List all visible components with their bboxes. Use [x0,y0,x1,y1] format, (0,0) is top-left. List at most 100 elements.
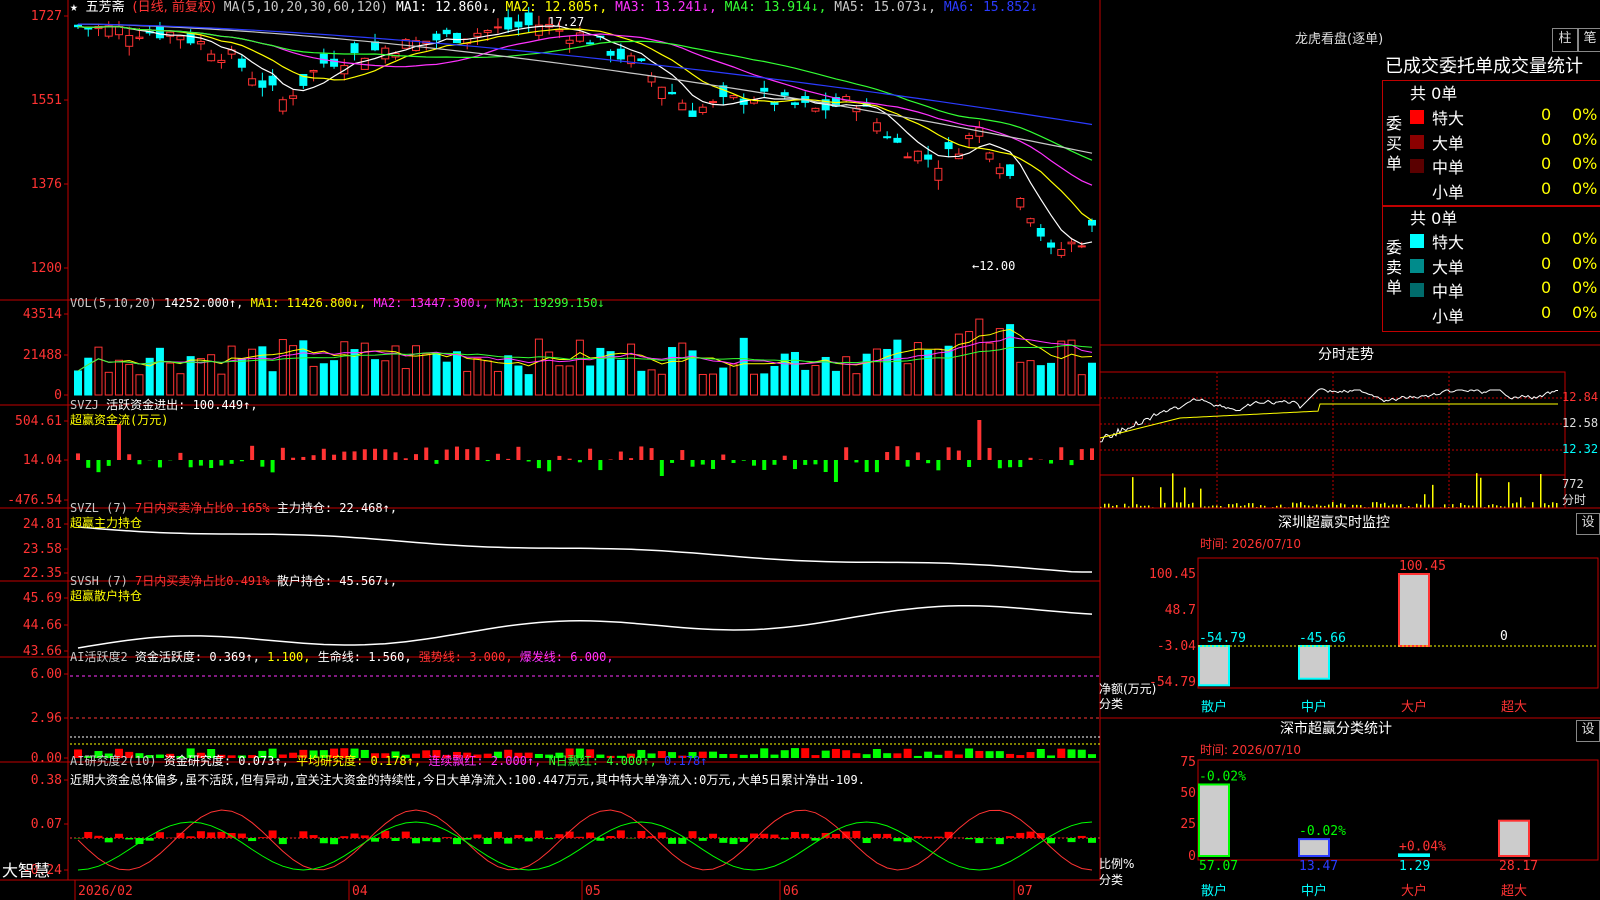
ai2-bar [678,838,687,844]
classify-bar-1 [1298,838,1330,858]
volume-bar [627,343,636,396]
lhb-swatch [1410,234,1424,248]
ai2-bar [1088,838,1096,843]
candle-body [575,32,584,42]
svzj-bar [301,456,306,460]
volume-bar [913,342,922,396]
volume-bar [760,373,769,396]
ai2-bar [432,838,441,843]
volume-bar [698,373,707,396]
svsh-axis-2: 43.66 [23,644,62,659]
ai2-bar [94,835,103,838]
svzl-axis-2: 22.35 [23,566,62,581]
ai1-bar [750,754,758,758]
volume-bar [596,347,605,396]
classify-settings-button[interactable]: 设 [1576,720,1600,742]
svzj-bar [393,452,398,460]
fenshi-axis-1: 12.84 [1562,390,1599,404]
monitor-axis-2: -3.04 [1157,639,1196,654]
candle-body [371,41,380,51]
volume-bar [555,365,564,396]
svzj-bar [383,449,388,460]
svzj-bar [567,458,572,460]
svzj-bar [813,460,818,465]
volume-bar [944,345,953,396]
volume-bar [166,362,175,396]
volume-bar [381,360,390,396]
ai1-bar [954,754,963,758]
ai2-bar [534,830,543,838]
vol-axis-1: 21488 [23,348,62,363]
svshhdr-item-2: 散户持仓: 45.567↓, [269,574,398,588]
monitor-bar-1 [1298,645,1330,680]
ai2-bar [975,838,984,844]
fenshi-vol-bar [1424,494,1426,508]
sell-total: 共 0单 [1410,209,1458,228]
ai2-bar [842,831,851,838]
svsh-axis-0: 45.69 [23,591,62,606]
candle-body [616,48,625,60]
ai2-bar [545,838,554,840]
chart-mode: (日线, 前复权) [132,0,216,15]
svzlhdr-item-0: SVZL (7) [70,501,136,515]
classify-value-0: 57.07 [1199,859,1238,874]
candle-body [760,87,769,92]
ai-activity-header: AI活跃度2 资金活跃度: 0.369↑, 1.100, 生命线: 1.560,… [70,650,614,664]
volume-bar [995,328,1004,396]
ma-line-6 [77,23,1093,126]
ai1hdr-item-3: 生命线: 1.560, [310,650,412,664]
lhb-swatch [1410,283,1424,297]
volume-bar [586,365,595,396]
volume-bar [801,369,810,396]
ai1-bar [770,754,779,758]
ai2-bar [555,834,564,838]
candle-body [872,122,881,132]
ai2-bar [893,838,902,842]
classify-value-2: 1.29 [1399,859,1430,874]
candle-body [883,136,892,139]
date-label-1: 04 [352,884,368,899]
volume-bar [1077,374,1086,396]
candle-body [514,21,523,28]
volume-bar [330,360,339,396]
classify-change-0: -0.02% [1199,769,1246,784]
price-axis-2: 1376 [31,177,62,192]
ai1-bar [811,755,820,758]
volume-bar [831,370,840,396]
monitor-settings-button[interactable]: 设 [1576,513,1600,535]
candle-body [1006,164,1015,176]
ai2-bar [637,830,646,838]
fenshi-vol-bar [1236,503,1238,508]
fenshi-vol-bar [1416,503,1418,508]
classify-change-2: +0.04% [1399,839,1446,854]
fenshi-vol-bar [1248,503,1250,508]
ai2-bar [473,834,482,838]
tick-mode-button[interactable]: 笔 [1578,28,1600,52]
ai1-bar [760,748,769,758]
volume-bar [1016,361,1025,396]
lhb-row-count: 0 [1541,229,1552,248]
fenshi-vol-bar [1552,502,1554,508]
lhb-row-count: 0 [1541,178,1552,198]
volume-bar [309,365,318,396]
candle-body [217,59,226,63]
svzj-bar [803,460,808,465]
svzj-bar [741,460,746,461]
fenshi-avg-line [1099,403,1558,439]
fenshi-vol-bar [1280,504,1282,508]
svzj-header: SVZJ 活跃资金进出: 100.449↑, [70,398,258,412]
ai2-bar [565,831,574,838]
moving-average-lines [77,23,1093,245]
stock-star: ★ [70,0,78,15]
fenshi-vol-bar [1380,503,1382,508]
mainhdr-item-0: MA(5,10,20,30,60,120) [223,0,396,15]
ai1-bar [709,751,718,758]
ai2-axis-0: 0.38 [31,773,62,788]
classify-axis-0: 75 [1180,755,1196,770]
fenshi-vol-bar [1184,487,1186,508]
lhb-row-count: 0 [1541,253,1552,273]
bar-mode-button[interactable]: 柱 [1552,28,1578,52]
ai1-bar [790,748,799,758]
svsh-axis-1: 44.66 [23,618,62,633]
ai2-bar [831,833,840,838]
